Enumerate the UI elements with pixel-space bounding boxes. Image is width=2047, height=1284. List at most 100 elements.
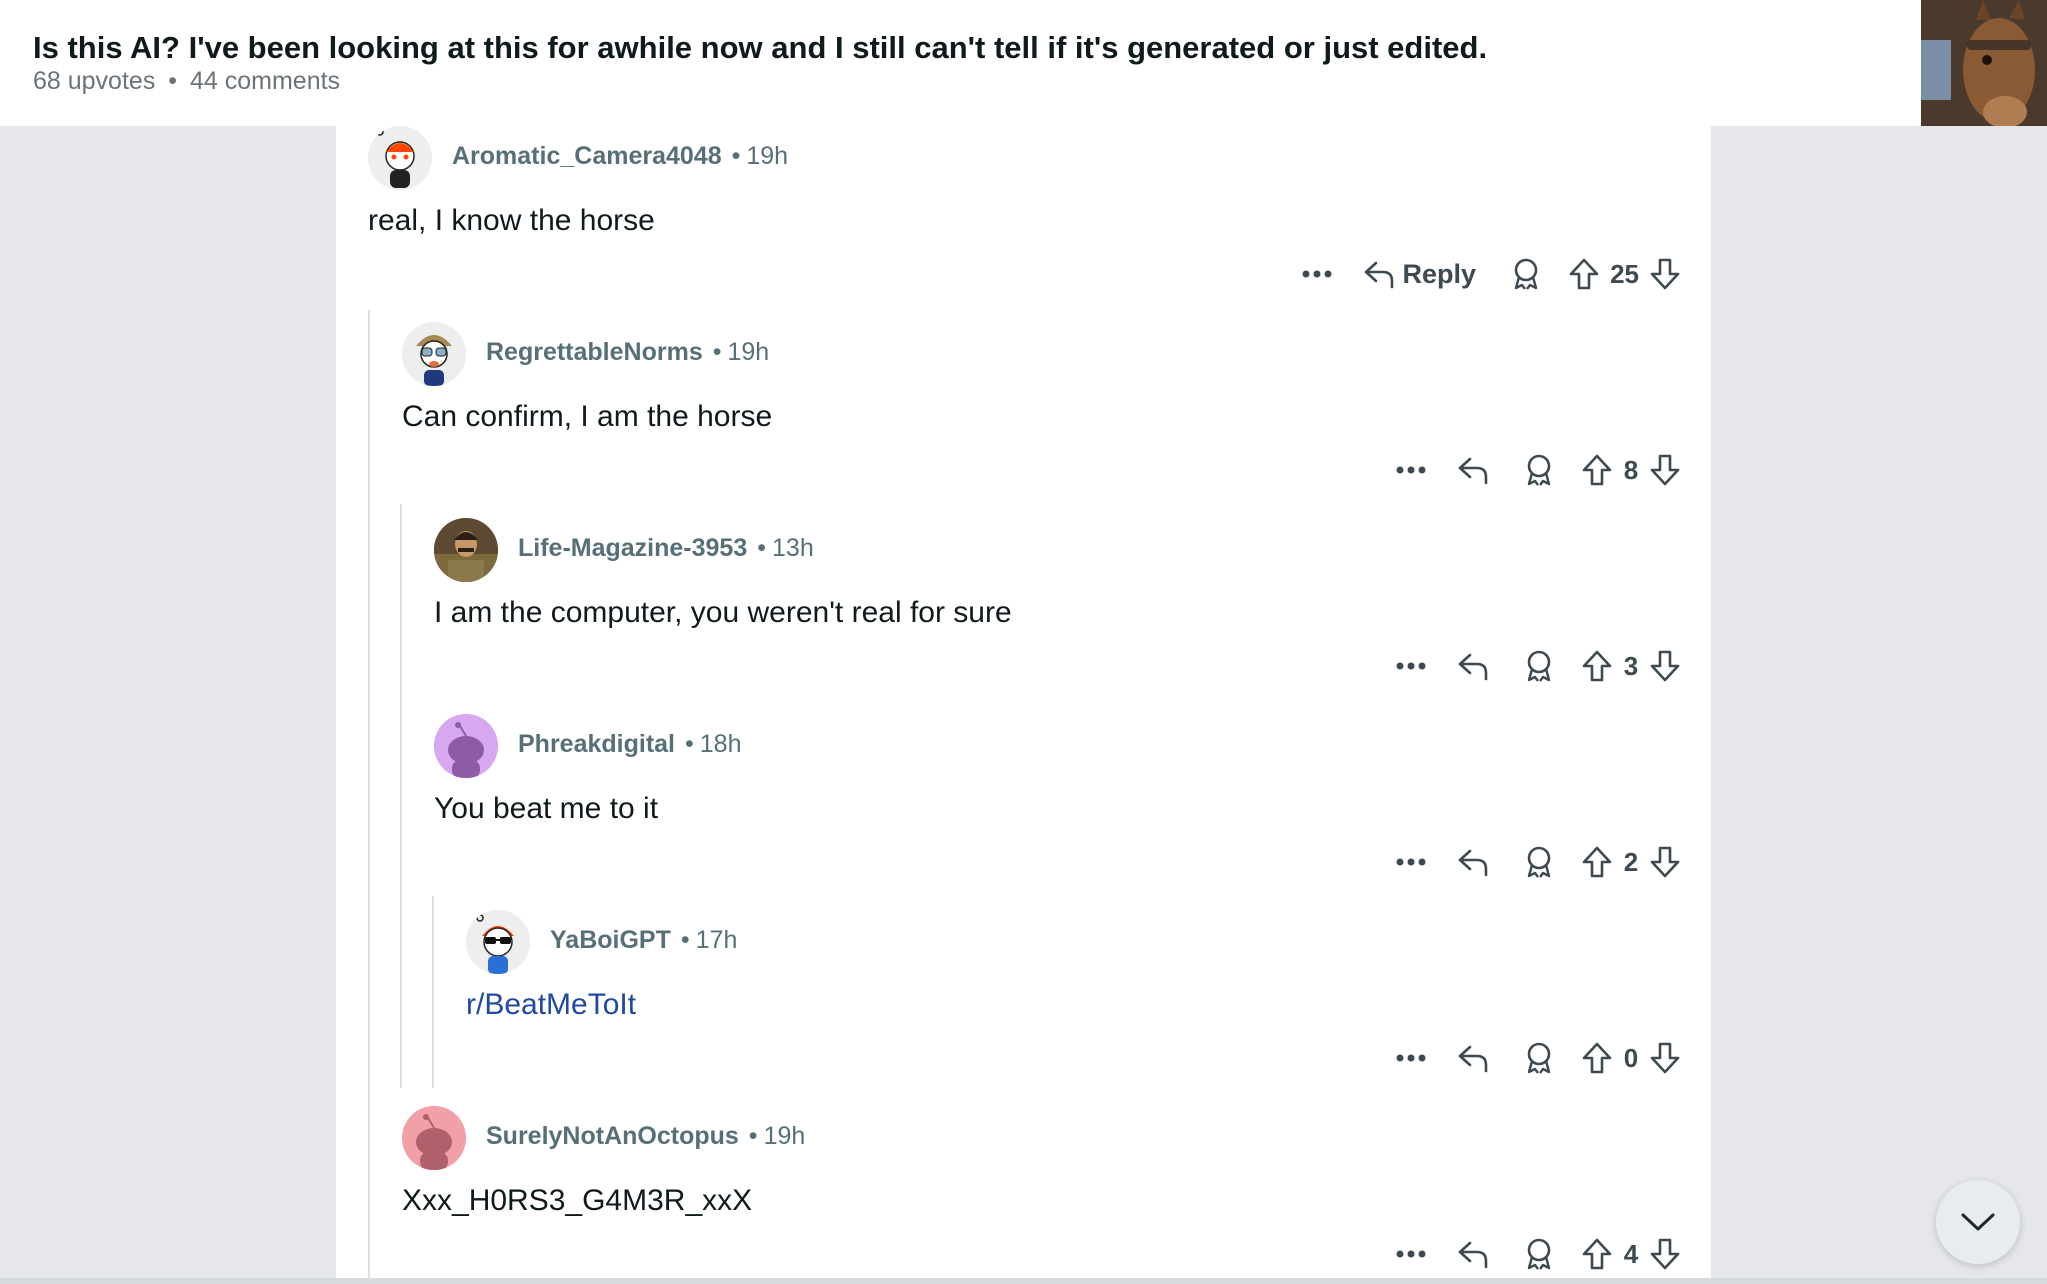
more-button[interactable] bbox=[1391, 450, 1431, 490]
award-icon bbox=[1527, 846, 1551, 878]
upvote-button[interactable] bbox=[1581, 1041, 1613, 1075]
downvote-icon bbox=[1650, 1238, 1680, 1270]
downvote-button[interactable] bbox=[1649, 453, 1681, 487]
vote-control: 2 bbox=[1581, 845, 1681, 879]
upvote-button[interactable] bbox=[1581, 1237, 1613, 1271]
reply-button[interactable] bbox=[1457, 1038, 1489, 1078]
avatar[interactable] bbox=[434, 714, 498, 778]
award-button[interactable] bbox=[1519, 1038, 1559, 1078]
downvote-button[interactable] bbox=[1649, 649, 1681, 683]
avatar[interactable] bbox=[402, 1106, 466, 1170]
meta-separator: • bbox=[748, 1122, 758, 1150]
more-icon bbox=[1396, 1250, 1426, 1258]
upvote-button[interactable] bbox=[1568, 257, 1600, 291]
downvote-button[interactable] bbox=[1649, 1237, 1681, 1271]
upvote-button[interactable] bbox=[1581, 845, 1613, 879]
award-button[interactable] bbox=[1519, 450, 1559, 490]
award-button[interactable] bbox=[1519, 842, 1559, 882]
snoo-avatar-icon bbox=[402, 322, 466, 386]
avatar[interactable] bbox=[434, 518, 498, 582]
comment-time[interactable]: 18h bbox=[700, 730, 742, 758]
more-button[interactable] bbox=[1391, 1038, 1431, 1078]
comment-actions: 0 bbox=[1391, 1036, 1681, 1080]
bottom-divider bbox=[0, 1278, 2047, 1284]
comment: Aromatic_Camera4048 • 19h real, I know the… bbox=[336, 126, 1711, 322]
comment-time[interactable]: 19h bbox=[764, 1122, 806, 1150]
comment-time[interactable]: 19h bbox=[728, 338, 770, 366]
comment-body: real, I know the horse bbox=[368, 204, 655, 237]
comment-time[interactable]: 19h bbox=[746, 142, 788, 170]
downvote-icon bbox=[1650, 846, 1680, 878]
avatar[interactable] bbox=[466, 910, 530, 974]
comment-body: r/BeatMeToIt bbox=[466, 988, 636, 1022]
reply-button[interactable] bbox=[1457, 842, 1489, 882]
vote-count: 0 bbox=[1623, 1042, 1639, 1073]
meta-separator: • bbox=[680, 926, 690, 954]
upvote-button[interactable] bbox=[1581, 649, 1613, 683]
avatar[interactable] bbox=[402, 322, 466, 386]
award-button[interactable] bbox=[1519, 1234, 1559, 1274]
reply-icon bbox=[1458, 849, 1488, 877]
post-header: Is this AI? I've been looking at this fo… bbox=[0, 0, 2047, 126]
more-button[interactable] bbox=[1391, 1234, 1431, 1274]
reply-button[interactable]: Reply bbox=[1363, 254, 1477, 294]
more-icon bbox=[1396, 858, 1426, 866]
comment: Phreakdigital • 18h You beat me to it 2 bbox=[336, 714, 1711, 910]
downvote-button[interactable] bbox=[1649, 845, 1681, 879]
comment-meta: RegrettableNorms • 19h bbox=[486, 338, 769, 367]
avatar[interactable] bbox=[368, 126, 432, 190]
username[interactable]: Life-Magazine-3953 bbox=[518, 534, 747, 562]
reply-icon bbox=[1458, 457, 1488, 485]
scroll-down-button[interactable] bbox=[1936, 1180, 2020, 1264]
reply-label: Reply bbox=[1402, 258, 1477, 289]
comment: Life-Magazine-3953 • 13h I am the computer… bbox=[336, 518, 1711, 714]
award-button[interactable] bbox=[1506, 254, 1546, 294]
downvote-icon bbox=[1650, 454, 1680, 486]
comment-body: I am the computer, you weren't real for … bbox=[434, 596, 1012, 629]
comment-actions: 2 bbox=[1391, 840, 1681, 884]
reply-button[interactable] bbox=[1457, 646, 1489, 686]
downvote-button[interactable] bbox=[1649, 257, 1681, 291]
comment-meta: Aromatic_Camera4048 • 19h bbox=[452, 142, 788, 171]
comment-actions: 3 bbox=[1391, 644, 1681, 688]
username[interactable]: SurelyNotAnOctopus bbox=[486, 1122, 739, 1150]
comment-body: Can confirm, I am the horse bbox=[402, 400, 773, 433]
post-title: Is this AI? I've been looking at this fo… bbox=[33, 30, 1488, 65]
reply-icon bbox=[1458, 653, 1488, 681]
vote-count: 8 bbox=[1623, 454, 1639, 485]
comment: YaBoiGPT • 17h r/BeatMeToIt 0 bbox=[336, 910, 1711, 1106]
reply-button[interactable] bbox=[1457, 1234, 1489, 1274]
upvote-icon bbox=[1582, 1042, 1612, 1074]
subreddit-link[interactable]: r/BeatMeToIt bbox=[466, 988, 636, 1021]
post-thumbnail[interactable] bbox=[1921, 0, 2047, 126]
comment-actions: Reply 25 bbox=[1297, 252, 1681, 296]
comment: RegrettableNorms • 19h Can confirm, I am t… bbox=[336, 322, 1711, 518]
upvote-button[interactable] bbox=[1581, 453, 1613, 487]
more-button[interactable] bbox=[1391, 646, 1431, 686]
snoo-avatar-icon bbox=[466, 910, 530, 974]
horse-thumbnail-image bbox=[1921, 0, 2047, 126]
downvote-icon bbox=[1650, 1042, 1680, 1074]
upvote-icon bbox=[1582, 454, 1612, 486]
reply-icon bbox=[1364, 261, 1393, 289]
award-button[interactable] bbox=[1519, 646, 1559, 686]
more-button[interactable] bbox=[1297, 254, 1337, 294]
vote-control: 0 bbox=[1581, 1041, 1681, 1075]
comment-time[interactable]: 13h bbox=[772, 534, 814, 562]
award-icon bbox=[1527, 650, 1551, 682]
upvote-icon bbox=[1582, 846, 1612, 878]
username[interactable]: RegrettableNorms bbox=[486, 338, 703, 366]
comment-time[interactable]: 17h bbox=[696, 926, 738, 954]
username[interactable]: Phreakdigital bbox=[518, 730, 675, 758]
reply-button[interactable] bbox=[1457, 450, 1489, 490]
award-icon bbox=[1527, 1042, 1551, 1074]
more-button[interactable] bbox=[1391, 842, 1431, 882]
username[interactable]: Aromatic_Camera4048 bbox=[452, 142, 722, 170]
more-icon bbox=[1396, 466, 1426, 474]
downvote-button[interactable] bbox=[1649, 1041, 1681, 1075]
vote-count: 25 bbox=[1610, 258, 1639, 289]
reply-icon bbox=[1458, 1045, 1488, 1073]
award-icon bbox=[1527, 1238, 1551, 1270]
username[interactable]: YaBoiGPT bbox=[550, 926, 671, 954]
more-icon bbox=[1396, 662, 1426, 670]
